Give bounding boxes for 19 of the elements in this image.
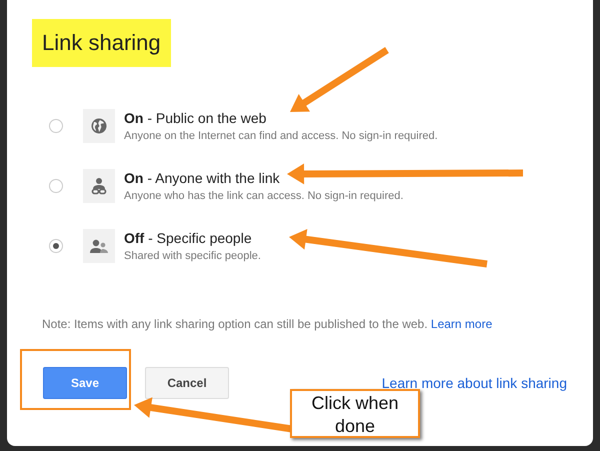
cancel-button[interactable]: Cancel: [145, 367, 229, 399]
option-title: Off - Specific people: [124, 230, 253, 246]
save-button[interactable]: Save: [43, 367, 127, 399]
option-description: Anyone who has the link can access. No sign-in required.: [124, 190, 404, 202]
callout-note: Click when done: [290, 389, 420, 438]
help-link[interactable]: Learn more about link sharing: [382, 375, 567, 391]
person-link-icon: [91, 176, 107, 194]
option-description: Shared with specific people.: [124, 250, 261, 262]
note-text: Note: Items with any link sharing option can still be published to the web.: [42, 317, 428, 331]
radio-button[interactable]: [49, 118, 63, 132]
radio-button[interactable]: [49, 178, 63, 192]
option-title: On - Anyone with the link: [124, 170, 281, 186]
learn-more-link[interactable]: Learn more: [430, 317, 492, 331]
people-icon: [90, 238, 108, 254]
option-title: On - Public on the web: [124, 110, 268, 126]
option-description: Anyone on the Internet can find and access. No sign-in required.: [124, 130, 438, 142]
globe-icon: [91, 118, 107, 134]
dialog-title: Link sharing: [32, 19, 171, 67]
radio-button[interactable]: [49, 238, 63, 252]
